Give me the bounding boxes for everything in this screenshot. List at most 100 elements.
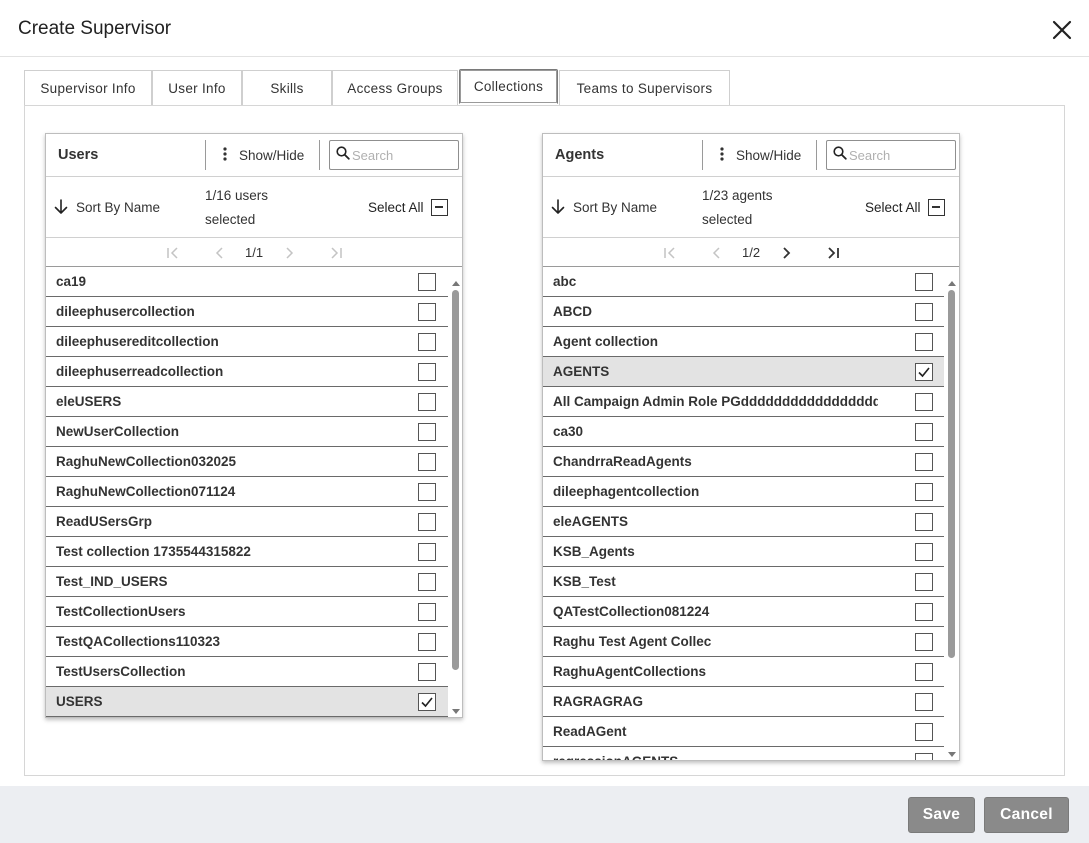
list-item[interactable]: Test collection 1735544315822 bbox=[46, 537, 448, 567]
checkbox[interactable] bbox=[915, 633, 933, 651]
checkbox[interactable] bbox=[418, 303, 436, 321]
list-item[interactable]: ca19 bbox=[46, 267, 448, 297]
next-page-icon[interactable] bbox=[280, 244, 298, 262]
list-item[interactable]: Raghu Test Agent Collec bbox=[543, 627, 944, 657]
list-item[interactable]: eleAGENTS bbox=[543, 507, 944, 537]
users-select-all[interactable]: Select All bbox=[368, 199, 448, 216]
checkbox[interactable] bbox=[915, 483, 933, 501]
list-item[interactable]: Test_IND_USERS bbox=[46, 567, 448, 597]
list-item[interactable]: QATestCollection081224 bbox=[543, 597, 944, 627]
users-scroll-thumb[interactable] bbox=[452, 290, 459, 670]
close-icon[interactable] bbox=[1050, 18, 1074, 42]
cancel-button[interactable]: Cancel bbox=[984, 797, 1069, 833]
checkbox[interactable] bbox=[915, 273, 933, 291]
checkbox[interactable] bbox=[915, 393, 933, 411]
list-item[interactable]: dileephuserreadcollection bbox=[46, 357, 448, 387]
checkbox[interactable] bbox=[915, 723, 933, 741]
checkbox[interactable] bbox=[915, 573, 933, 591]
checkbox[interactable] bbox=[915, 603, 933, 621]
tab-teams-to-supervisors[interactable]: Teams to Supervisors bbox=[559, 70, 730, 105]
list-item[interactable]: TestUsersCollection bbox=[46, 657, 448, 687]
list-item[interactable]: ca30 bbox=[543, 417, 944, 447]
checkbox[interactable] bbox=[915, 513, 933, 531]
checkbox[interactable] bbox=[418, 453, 436, 471]
users-scrollbar[interactable] bbox=[450, 272, 462, 716]
checkbox[interactable] bbox=[418, 363, 436, 381]
agents-scroll-thumb[interactable] bbox=[948, 290, 955, 658]
tab-supervisor-info[interactable]: Supervisor Info bbox=[24, 70, 152, 105]
list-item[interactable]: NewUserCollection bbox=[46, 417, 448, 447]
checkbox[interactable] bbox=[418, 393, 436, 411]
tab-access-groups[interactable]: Access Groups bbox=[332, 70, 458, 105]
list-item[interactable]: dileephagentcollection bbox=[543, 477, 944, 507]
next-page-icon[interactable] bbox=[777, 244, 795, 262]
list-item[interactable]: dileephusereditcollection bbox=[46, 327, 448, 357]
checkbox[interactable] bbox=[915, 303, 933, 321]
list-item[interactable]: ABCD bbox=[543, 297, 944, 327]
checkbox[interactable] bbox=[418, 333, 436, 351]
checkbox[interactable] bbox=[418, 663, 436, 681]
list-item[interactable]: USERS bbox=[46, 687, 448, 717]
list-item[interactable]: TestQACollections110323 bbox=[46, 627, 448, 657]
checkbox[interactable] bbox=[418, 603, 436, 621]
tab-collections[interactable]: Collections bbox=[459, 69, 558, 104]
checkbox[interactable] bbox=[915, 423, 933, 441]
checkbox[interactable] bbox=[418, 513, 436, 531]
list-item[interactable]: dileephusercollection bbox=[46, 297, 448, 327]
first-page-icon[interactable] bbox=[661, 244, 679, 262]
prev-page-icon[interactable] bbox=[708, 244, 726, 262]
list-item[interactable]: regressionAGENTS bbox=[543, 747, 944, 760]
save-button[interactable]: Save bbox=[908, 797, 975, 833]
checkbox[interactable] bbox=[915, 543, 933, 561]
checkbox[interactable] bbox=[915, 753, 933, 760]
users-search-box[interactable] bbox=[329, 140, 459, 170]
last-page-icon[interactable] bbox=[327, 244, 345, 262]
checkbox[interactable] bbox=[418, 423, 436, 441]
list-item[interactable]: All Campaign Admin Role PGdddddddddddddd… bbox=[543, 387, 944, 417]
agents-search-box[interactable] bbox=[826, 140, 956, 170]
checkbox[interactable] bbox=[418, 573, 436, 591]
tab-user-info[interactable]: User Info bbox=[152, 70, 242, 105]
scroll-up-icon[interactable] bbox=[451, 274, 461, 286]
checkbox[interactable] bbox=[418, 543, 436, 561]
first-page-icon[interactable] bbox=[164, 244, 182, 262]
list-item[interactable]: AGENTS bbox=[543, 357, 944, 387]
prev-page-icon[interactable] bbox=[211, 244, 229, 262]
list-item[interactable]: KSB_Test bbox=[543, 567, 944, 597]
checkbox-checked[interactable] bbox=[418, 693, 436, 711]
list-item[interactable]: TestCollectionUsers bbox=[46, 597, 448, 627]
agents-sort-by-name[interactable]: Sort By Name bbox=[551, 199, 657, 215]
indeterminate-checkbox-icon[interactable] bbox=[430, 199, 448, 216]
checkbox[interactable] bbox=[418, 633, 436, 651]
agents-show-hide-button[interactable]: Show/Hide bbox=[720, 147, 801, 164]
list-item[interactable]: KSB_Agents bbox=[543, 537, 944, 567]
checkbox[interactable] bbox=[418, 273, 436, 291]
checkbox-checked[interactable] bbox=[915, 363, 933, 381]
users-show-hide-button[interactable]: Show/Hide bbox=[223, 147, 304, 164]
list-item[interactable]: RaghuNewCollection071124 bbox=[46, 477, 448, 507]
users-sort-by-name[interactable]: Sort By Name bbox=[54, 199, 160, 215]
agents-select-all[interactable]: Select All bbox=[865, 199, 945, 216]
scroll-down-icon[interactable] bbox=[451, 703, 461, 714]
checkbox[interactable] bbox=[915, 333, 933, 351]
checkbox[interactable] bbox=[915, 453, 933, 471]
last-page-icon[interactable] bbox=[824, 244, 842, 262]
users-search-input[interactable] bbox=[352, 147, 452, 163]
list-item[interactable]: RaghuAgentCollections bbox=[543, 657, 944, 687]
list-item[interactable]: ReadUSersGrp bbox=[46, 507, 448, 537]
list-item[interactable]: ChandrraReadAgents bbox=[543, 447, 944, 477]
list-item[interactable]: Agent collection bbox=[543, 327, 944, 357]
list-item[interactable]: abc bbox=[543, 267, 944, 297]
tab-skills[interactable]: Skills bbox=[242, 70, 332, 105]
checkbox[interactable] bbox=[418, 483, 436, 501]
list-item[interactable]: ReadAGent bbox=[543, 717, 944, 747]
agents-scrollbar[interactable] bbox=[946, 272, 958, 760]
indeterminate-checkbox-icon[interactable] bbox=[927, 199, 945, 216]
list-item[interactable]: RaghuNewCollection032025 bbox=[46, 447, 448, 477]
scroll-up-icon[interactable] bbox=[947, 274, 957, 286]
agents-search-input[interactable] bbox=[849, 147, 949, 163]
list-item[interactable]: RAGRAGRAG bbox=[543, 687, 944, 717]
checkbox[interactable] bbox=[915, 663, 933, 681]
list-item[interactable]: eleUSERS bbox=[46, 387, 448, 417]
scroll-down-icon[interactable] bbox=[947, 746, 957, 757]
